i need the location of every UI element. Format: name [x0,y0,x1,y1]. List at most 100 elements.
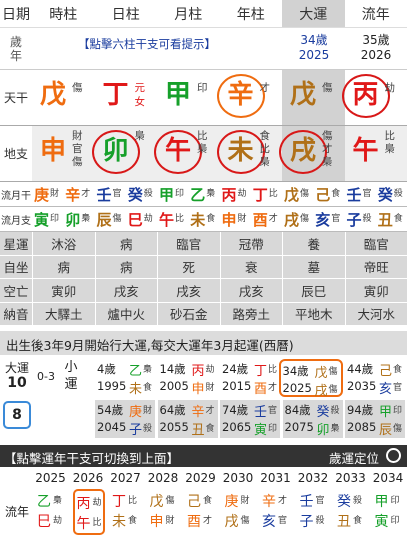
dayun-item[interactable]: 4歲乙梟 1995 未食 [95,359,155,397]
liunian-item[interactable]: 辛才亥官 [260,489,292,535]
liuyue-item[interactable]: 壬官 [95,184,126,205]
liunian-item[interactable]: 庚財戌傷 [223,489,255,535]
liuyue-item[interactable]: 癸殺 [126,184,157,205]
liuyue-item[interactable]: 卯梟 [63,209,94,230]
dayun-item[interactable]: 44歲己食 2035 亥官 [345,359,405,397]
dayun-panel: 大運 10 0-3 小運 8 4歲乙梟 1995 未食 14歲丙劫 2005 申財 24歲丁比… [0,355,407,445]
tiangan-shishen: 傷 [72,82,83,94]
liunian-item[interactable]: 甲印寅印 [373,489,405,535]
liuyue-item[interactable]: 申財 [220,209,251,230]
dizhi-cell[interactable]: 午比梟 [154,126,220,181]
dizhi-cell[interactable]: 未食比梟 [216,126,282,181]
tiangan-cell[interactable]: 丁元女 [94,70,157,125]
tiangan-sub: 女 [134,96,146,108]
dayun-item[interactable]: 84歲癸殺 2075 卯梟 [282,400,343,438]
zizuo-cell: 病 [32,255,95,278]
dayun-item[interactable]: 74歲壬官 2065 寅印 [220,400,280,438]
liuyue-item[interactable]: 戊傷 [282,184,313,205]
dizhi-cell[interactable]: 午比梟 [344,126,407,181]
tiangan-sub: 元 [134,82,146,94]
dizhi-glyph: 未 [227,136,254,166]
nayin-cell: 路旁土 [219,302,283,325]
liuyue-item[interactable]: 午比 [157,209,188,230]
liuyue-item[interactable]: 庚財 [32,184,63,205]
kongwang-cell: 戌亥 [94,279,158,302]
tiangan-cell[interactable]: 丙劫 [341,70,407,125]
dayun-item[interactable]: 14歲丙劫 2005 申財 [158,359,218,397]
tiangan-glyph: 戊 [40,80,67,110]
liunian-year: 2031 [260,471,291,485]
dayun-item[interactable]: 34歲戊傷 2025 戌傷 [278,359,343,399]
liuyue-item[interactable]: 巳劫 [126,209,157,230]
liuyue-item[interactable]: 丙劫 [220,184,251,205]
liuyue-item[interactable]: 己食 [313,184,344,205]
liuyue-item[interactable]: 丁比 [251,184,282,205]
liunian-item[interactable]: 壬官子殺 [298,489,330,535]
dayun-selector[interactable]: 8 [3,401,31,429]
xingyun-row: 星運 沐浴病臨官 冠帶養臨官 [0,232,407,256]
nayin-cell: 平地木 [282,302,345,325]
liunian-year: 2029 [185,471,216,485]
liunian-item[interactable]: 乙梟巳劫 [35,489,67,535]
liunian-year: 2032 [297,471,329,485]
liuyue-item[interactable]: 甲印 [157,184,188,205]
dayun-range: 0-3 [37,370,55,383]
liuyue-item[interactable]: 辰傷 [95,209,126,230]
liunian-panel: 流年 2025 乙梟巳劫 2026 丙劫午比 2027 丁比未食 2028 戊傷申財 2029 己… [0,467,407,540]
age-row: 歲年 【點擊六柱干支可看提示】 34歲 2025 35歲 2026 [0,28,407,70]
header-date: 日期 [2,6,30,23]
zizuo-row: 自坐病病死衰墓帝旺 [0,255,407,279]
zizuo-cell: 墓 [282,255,345,278]
switch-hint[interactable]: 【點擊運年干支可切換到上面】 [4,451,179,466]
dizhi-glyph: 戌 [290,136,317,166]
liunian-year: 2030 [222,471,254,485]
liuyue-item[interactable]: 未食 [188,209,219,230]
tiangan-cell[interactable]: 辛才 [216,70,282,125]
tiangan-shishen: 印 [197,82,208,94]
dizhi-cell[interactable]: 戌傷才梟 [279,126,345,181]
tiangan-glyph: 丁 [102,80,129,110]
locate-button[interactable]: 歲運定位 [329,448,379,467]
liuyue-item[interactable]: 壬官 [345,184,376,205]
liuyue-item[interactable]: 丑食 [376,209,407,230]
liuyue-item[interactable]: 癸殺 [376,184,407,205]
dayun-item[interactable]: 24歲丁比 2015 酉才 [220,359,280,397]
dayun-item[interactable]: 64歲辛才 2055 丑食 [157,400,218,438]
header-month: 月柱 [174,6,203,23]
liunian-age: 35歲 2026 [360,33,392,62]
liunian-item[interactable]: 丙劫午比 [72,489,105,535]
kongwang-cell: 戌亥 [157,279,220,302]
liunian-item[interactable]: 己食酉才 [185,489,217,535]
tiangan-glyph: 辛 [227,80,254,110]
liunian-year: 2025 [35,471,66,485]
zizuo-cell: 衰 [219,255,283,278]
liuyue-item[interactable]: 辛才 [63,184,94,205]
tiangan-cell[interactable]: 甲印 [157,70,220,125]
liuyue-item[interactable]: 寅印 [32,209,63,230]
liuyue-gan-label: 流月干 [1,190,31,202]
tiangan-cell[interactable]: 戊傷 [282,70,345,125]
liuyue-item[interactable]: 子殺 [345,209,376,230]
tiangan-cell[interactable]: 戊傷 [32,70,95,125]
liuyue-item[interactable]: 戌傷 [282,209,313,230]
dizhi-cangan: 比梟 [384,130,396,155]
liuyue-item[interactable]: 乙梟 [188,184,219,205]
liuyue-item[interactable]: 亥官 [313,209,344,230]
liuyue-item[interactable]: 酉才 [251,209,282,230]
dizhi-label: 地支 [0,126,32,181]
pillar-hint[interactable]: 【點擊六柱干支可看提示】 [36,36,258,52]
liunian-item[interactable]: 癸殺丑食 [335,489,367,535]
dizhi-cell[interactable]: 申財官傷 [32,126,95,181]
dizhi-glyph: 午 [165,136,192,166]
liuyue-zhi-row: 流月支寅印卯梟辰傷巳劫午比未食申財酉才戌傷亥官子殺丑食 [0,207,407,232]
dayun-item[interactable]: 54歲庚財 2045 子殺 [95,400,155,438]
liunian-year: 2033 [335,471,366,485]
dizhi-cell[interactable]: 卯梟 [91,126,157,181]
dayun-age: 34歲 2025 [298,33,330,62]
dayun-item[interactable]: 94歲甲印 2085 辰傷 [345,400,405,438]
locate-icon[interactable] [386,448,401,463]
tiangan-shishen: 劫 [384,82,396,94]
xingyun-cell: 病 [94,232,158,255]
liunian-item[interactable]: 丁比未食 [110,489,142,535]
liunian-item[interactable]: 戊傷申財 [148,489,180,535]
